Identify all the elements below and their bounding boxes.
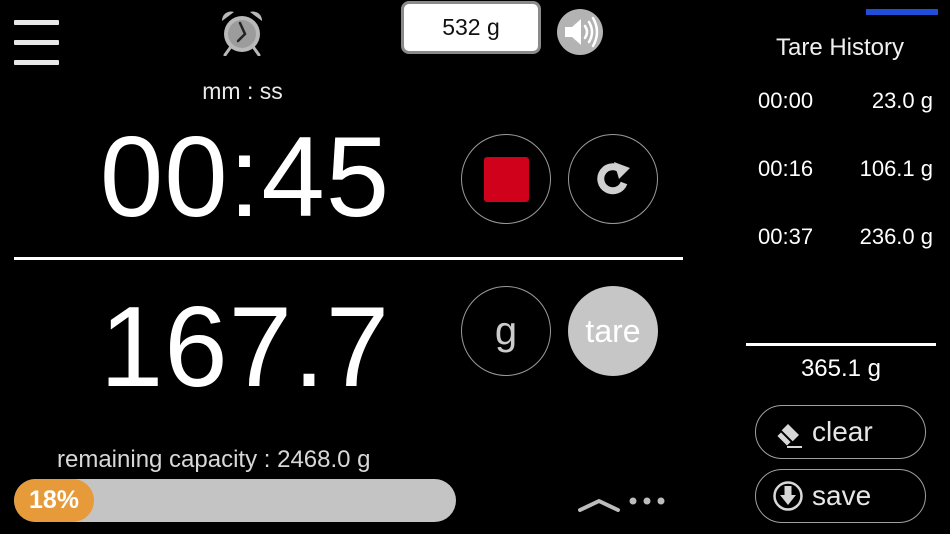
hamburger-line bbox=[14, 60, 59, 65]
download-arrow-icon bbox=[773, 481, 803, 511]
expand-button[interactable] bbox=[578, 488, 670, 516]
speaker-volume-icon bbox=[557, 9, 603, 55]
history-time: 00:16 bbox=[758, 156, 814, 181]
eraser-icon bbox=[774, 424, 802, 448]
reset-button[interactable] bbox=[568, 134, 658, 224]
history-weight: 23.0 g bbox=[871, 88, 933, 113]
clear-button[interactable]: clear bbox=[755, 405, 926, 459]
tare-label: tare bbox=[585, 312, 641, 349]
alarm-button[interactable] bbox=[214, 8, 270, 57]
weight-display: 167.7 bbox=[99, 284, 391, 411]
clear-label: clear bbox=[812, 416, 873, 447]
remaining-capacity-label: remaining capacity : 2468.0 g bbox=[57, 446, 371, 473]
history-row: 00:16 106.1 g bbox=[748, 152, 938, 186]
divider bbox=[14, 257, 683, 260]
chevron-up-icon bbox=[578, 499, 620, 512]
history-row: 00:37 236.0 g bbox=[748, 220, 938, 254]
history-weight: 106.1 g bbox=[859, 156, 933, 181]
save-label: save bbox=[812, 480, 872, 511]
expand-graphic bbox=[578, 497, 665, 512]
target-weight-value: 532 g bbox=[442, 14, 500, 40]
history-row: 00:00 23.0 g bbox=[748, 84, 938, 118]
capacity-progress-bar: 18% bbox=[14, 479, 456, 522]
unit-label: g bbox=[494, 308, 518, 353]
unit-button[interactable]: g bbox=[461, 286, 551, 376]
save-button[interactable]: save bbox=[755, 469, 926, 523]
timer-format-label: mm : ss bbox=[202, 78, 283, 104]
history-time: 00:37 bbox=[758, 224, 814, 249]
history-time: 00:00 bbox=[758, 88, 814, 113]
stop-square-icon bbox=[483, 156, 529, 202]
capacity-progress-fill: 18% bbox=[14, 479, 94, 522]
history-divider bbox=[746, 343, 936, 346]
tare-history-title: Tare History bbox=[775, 34, 905, 61]
reset-circular-arrow-icon bbox=[597, 162, 630, 195]
hamburger-menu-icon bbox=[14, 20, 59, 25]
more-dots-icon bbox=[629, 497, 665, 505]
menu-button[interactable] bbox=[14, 20, 60, 66]
hamburger-line bbox=[14, 40, 59, 45]
tare-button[interactable]: tare bbox=[568, 286, 658, 376]
stop-button[interactable] bbox=[461, 134, 551, 224]
sound-button[interactable] bbox=[556, 8, 604, 56]
target-weight-box[interactable]: 532 g bbox=[401, 1, 541, 54]
capacity-percent: 18% bbox=[28, 486, 80, 514]
page-indicator bbox=[866, 9, 938, 15]
history-total: 365.1 g bbox=[800, 355, 882, 382]
alarm-clock-icon bbox=[221, 11, 263, 57]
history-weight: 236.0 g bbox=[859, 224, 933, 249]
timer-display: 00:45 bbox=[99, 114, 391, 241]
